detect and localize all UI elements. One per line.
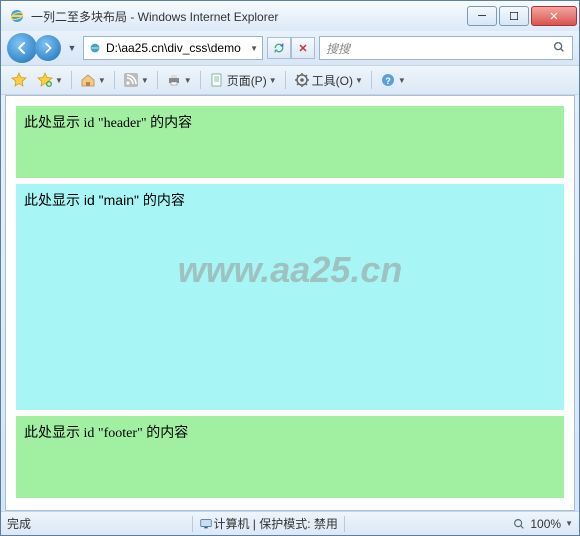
browser-window: 一列二至多块布局 - Windows Internet Explorer ─ ☐… bbox=[0, 0, 580, 536]
computer-zone-icon bbox=[199, 517, 213, 531]
print-icon bbox=[166, 72, 182, 88]
home-icon bbox=[80, 72, 96, 88]
rss-icon bbox=[123, 72, 139, 88]
main-block-text: 此处显示 id "main" 的内容 bbox=[24, 192, 185, 208]
watermark-text: www.aa25.cn bbox=[178, 249, 403, 291]
help-button[interactable]: ? ▼ bbox=[376, 69, 410, 91]
footer-block: 此处显示 id "footer" 的内容 bbox=[16, 416, 564, 498]
page-menu-button[interactable]: 页面(P) ▼ bbox=[205, 69, 281, 91]
refresh-button[interactable] bbox=[267, 37, 291, 59]
help-icon: ? bbox=[380, 72, 396, 88]
zoom-icon bbox=[512, 517, 526, 531]
page-icon bbox=[209, 72, 225, 88]
rendered-page: 此处显示 id "header" 的内容 此处显示 id "main" 的内容 … bbox=[6, 96, 574, 511]
arrow-right-icon bbox=[42, 42, 54, 54]
arrow-left-icon bbox=[15, 41, 29, 55]
maximize-button[interactable]: ☐ bbox=[499, 6, 529, 26]
separator bbox=[371, 71, 372, 89]
chevron-down-icon: ▼ bbox=[141, 76, 149, 85]
search-box[interactable]: 搜搜 bbox=[319, 36, 573, 60]
separator bbox=[157, 71, 158, 89]
star-icon bbox=[11, 72, 27, 88]
svg-text:?: ? bbox=[385, 76, 391, 86]
favorites-button[interactable] bbox=[7, 69, 31, 91]
refresh-stop-group bbox=[267, 37, 315, 59]
recent-pages-dropdown[interactable]: ▼ bbox=[65, 41, 79, 55]
window-title: 一列二至多块布局 - Windows Internet Explorer bbox=[31, 8, 467, 25]
back-button[interactable] bbox=[7, 33, 37, 63]
tools-menu-button[interactable]: 工具(O) ▼ bbox=[290, 69, 367, 91]
window-controls: ─ ☐ ✕ bbox=[467, 6, 577, 26]
gear-icon bbox=[294, 72, 310, 88]
page-menu-label: 页面(P) bbox=[227, 72, 267, 89]
ie-logo-icon bbox=[9, 8, 25, 24]
zoom-level: 100% bbox=[530, 517, 561, 531]
separator bbox=[344, 516, 345, 532]
titlebar: 一列二至多块布局 - Windows Internet Explorer ─ ☐… bbox=[1, 1, 579, 31]
chevron-down-icon: ▼ bbox=[269, 76, 277, 85]
status-pipe: | bbox=[249, 517, 259, 531]
add-favorites-button[interactable]: ▼ bbox=[33, 69, 67, 91]
stop-button[interactable] bbox=[291, 37, 315, 59]
navigation-bar: ▼ D:\aa25.cn\div_css\demo ▼ 搜搜 bbox=[1, 31, 579, 65]
main-block: 此处显示 id "main" 的内容 www.aa25.cn bbox=[16, 184, 564, 410]
search-icon[interactable] bbox=[552, 40, 566, 57]
minimize-button[interactable]: ─ bbox=[467, 6, 497, 26]
print-button[interactable]: ▼ bbox=[162, 69, 196, 91]
ie-page-icon bbox=[88, 41, 102, 55]
search-placeholder: 搜搜 bbox=[326, 40, 350, 57]
feeds-button[interactable]: ▼ bbox=[119, 69, 153, 91]
star-add-icon bbox=[37, 72, 53, 88]
content-area: 此处显示 id "header" 的内容 此处显示 id "main" 的内容 … bbox=[5, 95, 575, 511]
chevron-down-icon: ▼ bbox=[398, 76, 406, 85]
separator bbox=[71, 71, 72, 89]
separator bbox=[285, 71, 286, 89]
refresh-icon bbox=[273, 42, 285, 54]
chevron-down-icon: ▼ bbox=[184, 76, 192, 85]
status-bar: 完成 计算机 | 保护模式: 禁用 100% ▼ bbox=[1, 511, 579, 535]
address-bar[interactable]: D:\aa25.cn\div_css\demo ▼ bbox=[83, 36, 263, 60]
zoom-control[interactable]: 100% ▼ bbox=[512, 517, 573, 531]
separator bbox=[192, 516, 193, 532]
home-button[interactable]: ▼ bbox=[76, 69, 110, 91]
address-dropdown-icon[interactable]: ▼ bbox=[250, 44, 258, 53]
tools-menu-label: 工具(O) bbox=[312, 72, 353, 89]
address-text: D:\aa25.cn\div_css\demo bbox=[106, 41, 246, 55]
separator bbox=[200, 71, 201, 89]
close-button[interactable]: ✕ bbox=[531, 6, 577, 26]
header-block: 此处显示 id "header" 的内容 bbox=[16, 106, 564, 178]
chevron-down-icon[interactable]: ▼ bbox=[565, 519, 573, 528]
command-bar: ▼ ▼ ▼ ▼ 页面(P) ▼ 工具(O) ▼ ? bbox=[1, 65, 579, 95]
chevron-down-icon: ▼ bbox=[55, 76, 63, 85]
stop-icon bbox=[297, 42, 309, 54]
forward-button[interactable] bbox=[35, 35, 61, 61]
chevron-down-icon: ▼ bbox=[355, 76, 363, 85]
status-done: 完成 bbox=[7, 515, 31, 532]
separator bbox=[114, 71, 115, 89]
chevron-down-icon: ▼ bbox=[98, 76, 106, 85]
status-zone: 计算机 bbox=[213, 515, 249, 532]
status-protected-mode: 保护模式: 禁用 bbox=[259, 515, 338, 532]
